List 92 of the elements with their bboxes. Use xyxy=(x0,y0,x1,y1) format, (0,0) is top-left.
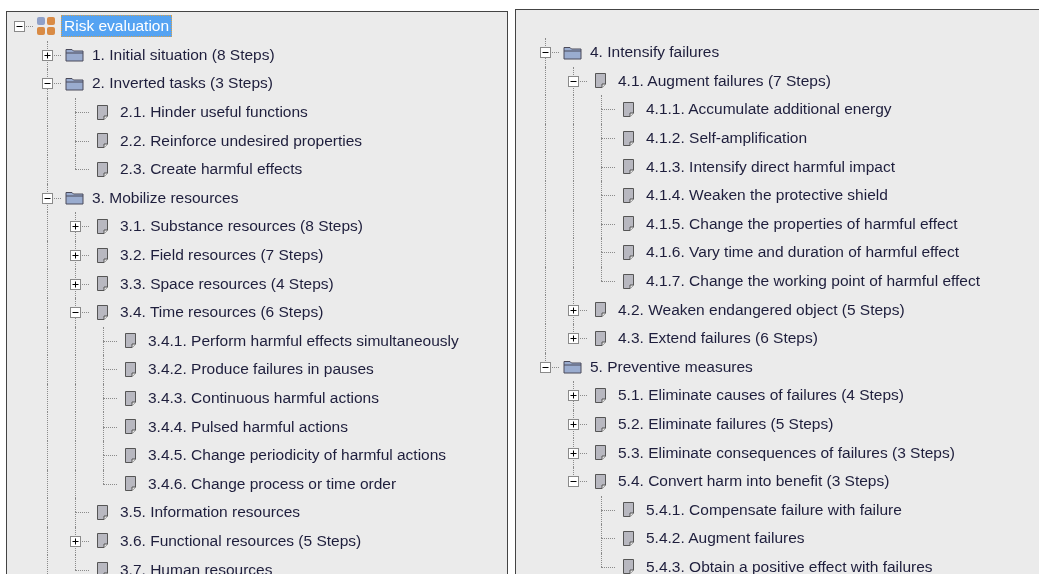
document-icon xyxy=(594,416,606,432)
tree-item[interactable]: 5. Preventive measures xyxy=(587,355,756,378)
tree-item[interactable]: 3.4.5. Change periodicity of harmful actions xyxy=(145,444,450,467)
document-icon xyxy=(594,387,606,403)
document-icon xyxy=(594,302,606,318)
document-icon xyxy=(622,502,634,518)
document-icon xyxy=(622,244,634,260)
tree-item[interactable]: 3.5. Information resources xyxy=(117,501,304,524)
tree-item[interactable]: 5.4.2. Augment failures xyxy=(643,527,808,550)
tree-item[interactable]: 3.4.6. Change process or time order xyxy=(145,472,400,495)
tree-item[interactable]: 2. Inverted tasks (3 Steps) xyxy=(89,72,276,95)
tree-item[interactable]: 3.4. Time resources (6 Steps) xyxy=(117,301,327,324)
folder-icon xyxy=(562,44,582,60)
tree-item[interactable]: 4.1.7. Change the working point of harmful effect xyxy=(643,270,984,293)
tree-item[interactable]: 5.1. Eliminate causes of failures (4 Steps) xyxy=(615,384,908,407)
tree-item[interactable]: 3. Mobilize resources xyxy=(89,186,242,209)
expand-toggle[interactable] xyxy=(540,47,551,59)
document-icon xyxy=(124,447,136,463)
document-icon xyxy=(96,533,108,549)
expand-toggle[interactable] xyxy=(70,250,81,262)
tree-item[interactable]: 4.1.4. Weaken the protective shield xyxy=(643,184,891,207)
expand-toggle[interactable] xyxy=(14,21,25,33)
tree-item[interactable]: 3.7. Human resources xyxy=(117,558,276,574)
expand-toggle[interactable] xyxy=(70,307,81,319)
expand-toggle[interactable] xyxy=(568,333,579,345)
tree-item[interactable]: 3.6. Functional resources (5 Steps) xyxy=(117,530,365,552)
tree-item[interactable]: 3.4.1. Perform harmful effects simultaneously xyxy=(145,329,462,352)
tree-item[interactable]: 3.2. Field resources (7 Steps) xyxy=(117,244,327,267)
blocks-icon xyxy=(36,16,56,37)
expand-toggle[interactable] xyxy=(568,447,579,459)
tree-item[interactable]: 3.4.4. Pulsed harmful actions xyxy=(145,415,351,438)
document-icon xyxy=(622,130,634,146)
expand-toggle[interactable] xyxy=(70,221,81,233)
document-icon xyxy=(594,73,606,89)
folder-icon xyxy=(64,76,84,91)
document-icon xyxy=(96,276,108,292)
expand-toggle[interactable] xyxy=(70,278,81,290)
tree-item[interactable]: 2.2. Reinforce undesired properties xyxy=(117,129,366,152)
tree-item[interactable]: 2.3. Create harmful effects xyxy=(117,158,306,181)
tree-item[interactable]: 2.1. Hinder useful functions xyxy=(117,101,311,124)
tree-item[interactable]: 5.3. Eliminate consequences of failures (3 Steps) xyxy=(615,441,958,464)
expand-toggle[interactable] xyxy=(568,75,579,87)
tree-item[interactable]: 3.4.2. Produce failures in pauses xyxy=(145,358,377,381)
expand-toggle[interactable] xyxy=(568,304,579,316)
document-icon xyxy=(96,218,108,234)
document-icon xyxy=(124,333,136,349)
document-icon xyxy=(124,476,136,492)
expand-toggle[interactable] xyxy=(42,192,53,204)
folder-icon xyxy=(64,47,84,63)
tree-item[interactable]: 4.3. Extend failures (6 Steps) xyxy=(615,327,821,350)
document-icon xyxy=(622,273,634,289)
tree-item[interactable]: 4.2. Weaken endangered object (5 Steps) xyxy=(615,298,908,321)
document-icon xyxy=(124,390,136,406)
folder-icon xyxy=(64,190,84,206)
expand-toggle[interactable] xyxy=(42,78,53,90)
tree-item[interactable]: 3.1. Substance resources (8 Steps) xyxy=(117,215,366,238)
expand-toggle[interactable] xyxy=(540,361,551,373)
expand-toggle[interactable] xyxy=(568,419,579,430)
expand-toggle[interactable] xyxy=(568,476,579,488)
tree-item[interactable]: 5.2. Eliminate failures (5 Steps) xyxy=(615,413,837,435)
tree-item[interactable]: 4.1.5. Change the properties of harmful effect xyxy=(643,212,961,235)
tree-item[interactable]: 3.3. Space resources (4 Steps) xyxy=(117,272,337,295)
tree-item[interactable]: 4.1. Augment failures (7 Steps) xyxy=(615,69,834,92)
tree-item[interactable]: 4.1.2. Self-amplification xyxy=(643,127,811,150)
document-icon xyxy=(96,504,108,520)
document-icon xyxy=(594,445,606,461)
document-icon xyxy=(96,133,108,149)
document-icon xyxy=(622,216,634,232)
document-icon xyxy=(124,361,136,377)
document-icon xyxy=(594,330,606,346)
expand-toggle[interactable] xyxy=(42,49,53,61)
tree-item[interactable]: 5.4.1. Compensate failure with failure xyxy=(643,498,905,521)
expand-toggle[interactable] xyxy=(70,536,81,547)
tree-item[interactable]: 3.4.3. Continuous harmful actions xyxy=(145,387,382,409)
expand-toggle[interactable] xyxy=(568,390,579,402)
document-icon xyxy=(96,104,108,120)
tree-item[interactable]: 4.1.6. Vary time and duration of harmful effect xyxy=(643,241,963,264)
tree-item[interactable]: 4.1.3. Intensify direct harmful impact xyxy=(643,155,898,178)
document-icon xyxy=(124,419,136,435)
document-icon xyxy=(96,161,108,177)
document-icon xyxy=(622,102,634,117)
tree-item[interactable]: 5.4. Convert harm into benefit (3 Steps) xyxy=(615,470,893,493)
folder-icon xyxy=(562,359,582,375)
document-icon xyxy=(622,159,634,175)
document-icon xyxy=(622,530,634,546)
document-icon xyxy=(96,247,108,263)
tree-item[interactable]: 4.1.1. Accumulate additional energy xyxy=(643,98,895,121)
document-icon xyxy=(622,187,634,203)
tree-item[interactable]: 4. Intensify failures xyxy=(587,41,723,64)
document-icon xyxy=(96,304,108,320)
document-icon xyxy=(594,473,606,489)
tree-item[interactable]: 1. Initial situation (8 Steps) xyxy=(89,43,278,66)
